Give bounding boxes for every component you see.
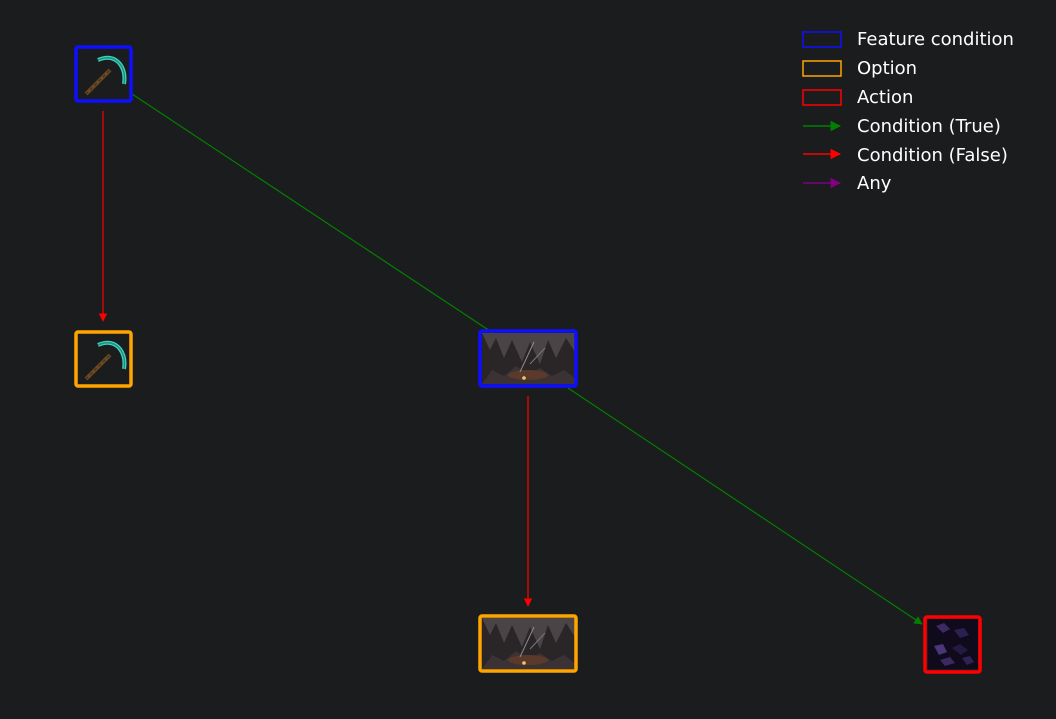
legend-item-action: Action [802, 87, 913, 108]
legend-item-feature-condition: Feature condition [802, 29, 1014, 50]
legend-label-condition-false: Condition (False) [857, 145, 1008, 166]
legend: Feature condition Option Action Conditio… [802, 29, 1014, 194]
legend-label-any: Any [857, 173, 892, 194]
diamond-pickaxe-icon [84, 340, 127, 381]
legend-label-condition-true: Condition (True) [857, 116, 1001, 137]
node-pickaxe-condition[interactable] [74, 45, 133, 103]
legend-label-option: Option [857, 58, 917, 79]
node-pickaxe-option[interactable] [74, 330, 133, 388]
node-cave-option[interactable] [478, 614, 578, 673]
legend-label-action: Action [857, 87, 913, 108]
legend-item-any: Any [803, 173, 892, 194]
cave-scene-icon [481, 617, 576, 670]
flow-diagram: Feature condition Option Action Conditio… [74, 29, 1014, 674]
legend-swatch-action [802, 89, 842, 106]
legend-item-option: Option [802, 58, 917, 79]
edge-cave-true [567, 387, 923, 625]
legend-label-feature-condition: Feature condition [857, 29, 1014, 50]
node-obsidian-action[interactable] [923, 615, 982, 674]
legend-item-condition-false: Condition (False) [803, 145, 1008, 166]
cave-scene-icon [481, 332, 576, 385]
obsidian-block-icon [928, 619, 978, 669]
diamond-pickaxe-icon [84, 55, 127, 96]
node-cave-condition[interactable] [478, 329, 578, 388]
legend-item-condition-true: Condition (True) [803, 116, 1001, 137]
legend-swatch-feature-condition [802, 31, 842, 48]
edge-pickaxe-true [131, 93, 494, 334]
legend-swatch-option [802, 60, 842, 77]
